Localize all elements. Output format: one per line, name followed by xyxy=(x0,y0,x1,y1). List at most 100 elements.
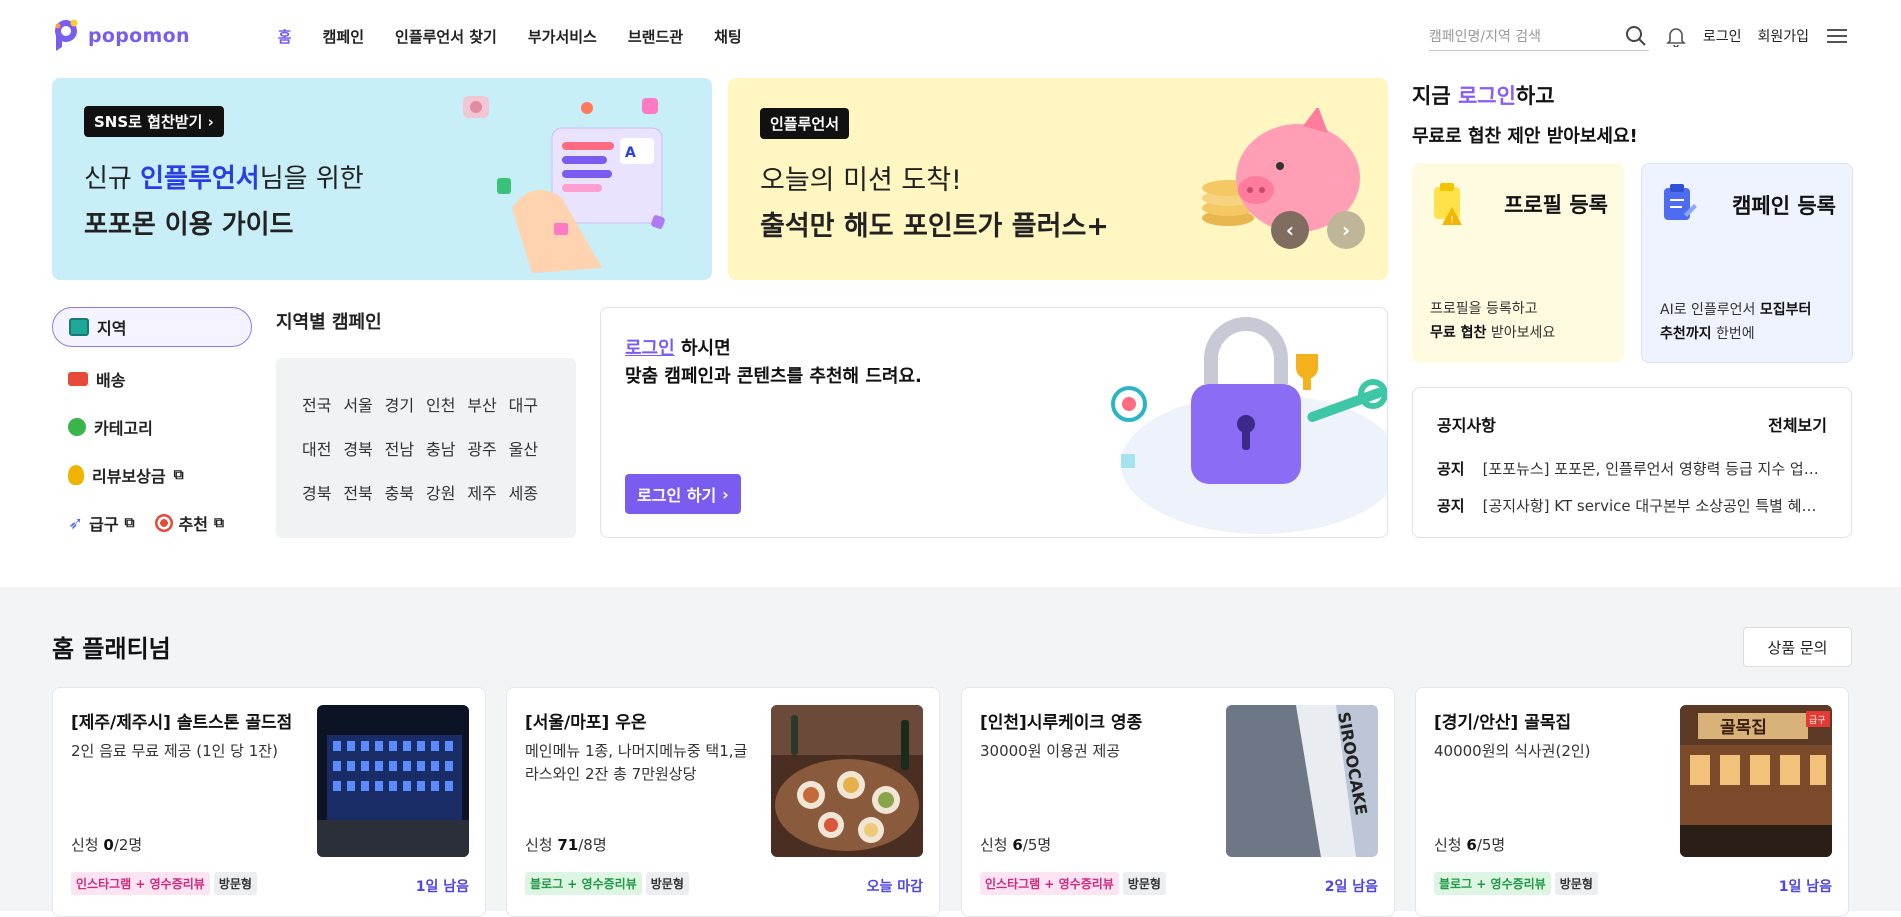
sidebar-item-recommend[interactable]: 추천 xyxy=(179,511,208,535)
notice-text: [공지사항] KT service 대구본부 소상공인 특별 혜택 ... xyxy=(1482,497,1827,515)
region-item[interactable]: 서울 xyxy=(343,392,384,416)
type-tag: 방문형 xyxy=(1122,872,1166,895)
nav-extra-services[interactable]: 부가서비스 xyxy=(528,26,597,47)
rocket-icon: ➶ xyxy=(68,512,84,534)
region-item[interactable]: 경북 xyxy=(302,480,343,504)
region-item[interactable]: 제주 xyxy=(467,480,508,504)
card-image[interactable]: 골목집 급구 xyxy=(1680,705,1832,857)
promo-login-link[interactable]: 로그인 xyxy=(625,338,675,359)
profile-register-card[interactable]: ! 프로필 등록 프로필을 등록하고 무료 협찬 받아보세요 xyxy=(1412,163,1624,363)
region-campaign-title: 지역별 캠페인 xyxy=(276,312,382,333)
nav-brand-hall[interactable]: 브랜드관 xyxy=(628,26,683,47)
svg-text:A: A xyxy=(625,145,636,161)
card-desc: 30000원 이용권 제공 xyxy=(980,742,1121,760)
channel-tag: 블로그 + 영수증리뷰 xyxy=(1434,872,1551,895)
banner-tag: SNS로 협찬받기 › xyxy=(84,106,224,137)
sidebar-item-category[interactable]: 카테고리 xyxy=(52,403,252,451)
top-header: popomon 홈 캠페인 인플루언서 찾기 부가서비스 브랜드관 채팅 캠페인… xyxy=(0,0,1901,72)
campaign-register-title: 캠페인 등록 xyxy=(1732,194,1836,218)
target-icon xyxy=(154,514,173,532)
region-item[interactable]: 부산 xyxy=(467,392,508,416)
notice-header: 공지사항 전체보기 xyxy=(1437,412,1827,436)
campaign-register-card[interactable]: 캠페인 등록 AI로 인플루언서 모집부터 추천까지 한번에 xyxy=(1641,163,1853,363)
external-link-icon: ⧉ xyxy=(173,467,184,483)
region-item[interactable]: 대전 xyxy=(302,436,343,460)
card-remaining: 오늘 마감 xyxy=(866,879,923,895)
sidebar-item-label: 배송 xyxy=(96,371,126,390)
region-item[interactable]: 전남 xyxy=(385,436,426,460)
notice-title: 공지사항 xyxy=(1437,416,1496,435)
card-remaining: 1일 남음 xyxy=(1778,879,1832,895)
product-inquiry-button[interactable]: 상품 문의 xyxy=(1743,627,1852,667)
nav-chat[interactable]: 채팅 xyxy=(714,26,742,47)
clover-icon xyxy=(68,418,86,436)
signup-link[interactable]: 회원가입 xyxy=(1757,26,1809,46)
campaign-card[interactable]: [제주/제주시] 솔트스톤 골드점 2인 음료 무료 제공 (1인 당 1잔) … xyxy=(52,687,486,917)
login-highlight[interactable]: 로그인 xyxy=(1458,84,1516,108)
banner-line2: 포포몬 이용 가이드 xyxy=(84,210,294,240)
map-icon xyxy=(69,318,89,336)
campaign-card[interactable]: [서울/마포] 우온 메인메뉴 1종, 나머지메뉴중 택1,글라스와인 2잔 총… xyxy=(506,687,940,917)
region-item[interactable]: 전북 xyxy=(343,480,384,504)
region-item[interactable]: 경북 xyxy=(343,436,384,460)
promo-login-button-label: 로그인 하기 xyxy=(637,486,717,505)
card-image[interactable] xyxy=(771,705,923,857)
card-title: [인천]시루케이크 영종 xyxy=(980,713,1143,733)
profile-register-desc: 프로필을 등록하고 무료 협찬 받아보세요 xyxy=(1430,301,1556,341)
chevron-left-icon: ‹ xyxy=(1285,218,1295,242)
campaign-card[interactable]: [인천]시루케이크 영종 30000원 이용권 제공 신청 6/5명 인스타그램… xyxy=(961,687,1395,917)
notice-panel: 공지사항 전체보기 공지 [포포뉴스] 포포몬, 인플루언서 영향력 등급 지수 업… xyxy=(1412,387,1852,538)
type-tag: 방문형 xyxy=(1554,872,1598,895)
sidebar-item-region[interactable]: 지역 xyxy=(52,307,252,347)
promo-login-button[interactable]: 로그인 하기 › xyxy=(625,474,741,514)
card-image-label: 골목집 xyxy=(1720,718,1767,738)
sidebar-item-review-reward[interactable]: 리뷰보상금 ⧉ xyxy=(52,451,252,499)
sidebar-item-delivery[interactable]: 배송 xyxy=(52,355,252,403)
logo[interactable]: popomon xyxy=(52,17,190,55)
sidebar-item-urgent[interactable]: 급구 xyxy=(89,511,118,535)
lock-illustration xyxy=(1111,317,1387,534)
nav-home[interactable]: 홈 xyxy=(278,26,292,47)
header-right: 캠페인명/지역 검색 로그인 회원가입 xyxy=(1428,21,1849,51)
login-link[interactable]: 로그인 xyxy=(1703,26,1742,46)
platinum-title: 홈 플래티넘 xyxy=(52,635,171,663)
notice-item[interactable]: 공지 [포포뉴스] 포포몬, 인플루언서 영향력 등급 지수 업데... xyxy=(1437,458,1827,479)
card-apply-count: 신청 6/5명 xyxy=(1434,836,1506,854)
region-item[interactable]: 세종 xyxy=(509,480,550,504)
region-item[interactable]: 충북 xyxy=(385,480,426,504)
card-image[interactable] xyxy=(317,705,469,857)
card-desc: 2인 음료 무료 제공 (1인 당 1잔) xyxy=(71,742,278,760)
nav-campaign[interactable]: 캠페인 xyxy=(323,26,364,47)
card-desc: 메인메뉴 1종, 나머지메뉴중 택1,글라스와인 2잔 총 7만원상당 xyxy=(525,742,748,783)
chevron-right-icon: › xyxy=(1341,218,1351,242)
banner-line2: 출석만 해도 포인트가 플러스+ xyxy=(760,211,1109,242)
notice-label: 공지 xyxy=(1437,497,1465,515)
notice-more-link[interactable]: 전체보기 xyxy=(1768,412,1827,436)
banner-guide[interactable]: SNS로 협찬받기 › 신규 인플루언서님을 위한 포포몬 이용 가이드 A xyxy=(52,78,712,280)
region-item[interactable]: 울산 xyxy=(509,436,550,460)
region-item[interactable]: 대구 xyxy=(509,392,550,416)
banner-attendance[interactable]: 인플루언서 오늘의 미션 도착! 출석만 해도 포인트가 플러스+ ‹ › xyxy=(728,78,1388,280)
carousel-prev-button[interactable]: ‹ xyxy=(1271,211,1309,249)
region-item[interactable]: 경기 xyxy=(385,392,426,416)
card-image[interactable]: SIROOCAKE xyxy=(1226,705,1378,857)
phone-illustration: A xyxy=(497,98,665,273)
carousel-next-button[interactable]: › xyxy=(1327,211,1365,249)
nav-find-influencer[interactable]: 인플루언서 찾기 xyxy=(395,26,497,47)
region-item[interactable]: 인천 xyxy=(426,392,467,416)
region-item[interactable]: 전국 xyxy=(302,392,343,416)
promo-line2: 맞춤 캠페인과 콘텐츠를 추천해 드려요. xyxy=(625,366,922,387)
search-input[interactable]: 캠페인명/지역 검색 xyxy=(1428,21,1649,51)
search-icon[interactable] xyxy=(1625,25,1647,47)
campaign-card[interactable]: [경기/안산] 골목집 40000원의 식사권(2인) 신청 6/5명 블로그 … xyxy=(1415,687,1849,917)
region-item[interactable]: 강원 xyxy=(426,480,467,504)
region-grid: 전국 서울 경기 인천 부산 대구 대전 경북 전남 충남 광주 울산 경북 전북 충북 강원 제주 세종 xyxy=(276,358,576,538)
bell-icon[interactable] xyxy=(1665,25,1687,47)
region-item[interactable]: 광주 xyxy=(467,436,508,460)
promo-line1: 로그인 하시면 xyxy=(625,338,731,359)
notice-item[interactable]: 공지 [공지사항] KT service 대구본부 소상공인 특별 혜택 ... xyxy=(1437,495,1827,516)
menu-icon[interactable] xyxy=(1825,26,1849,46)
profile-register-title: 프로필 등록 xyxy=(1504,193,1608,217)
campaign-register-desc: AI로 인플루언서 모집부터 추천까지 한번에 xyxy=(1660,302,1812,342)
region-item[interactable]: 충남 xyxy=(426,436,467,460)
